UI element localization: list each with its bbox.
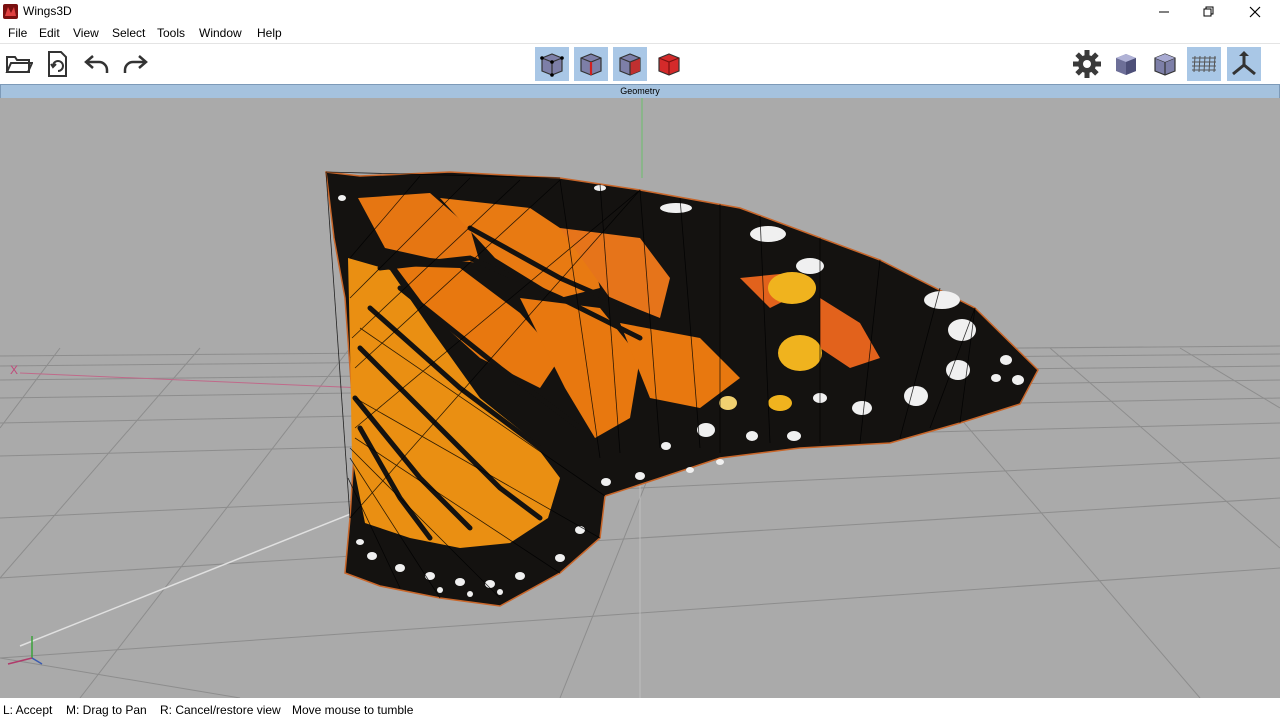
status-mouse-hint: Move mouse to tumble [292,703,414,717]
smooth-shading-button[interactable] [1109,47,1143,81]
redo-button[interactable] [118,47,152,81]
edge-cube-icon [580,53,602,76]
close-button[interactable] [1232,0,1278,23]
grid-icon [1192,55,1216,73]
folder-open-icon [5,56,33,73]
x-axis-label: X [10,363,18,377]
gear-icon [1073,50,1101,78]
wings3d-logo-icon [3,4,18,19]
face-cube-icon [619,53,641,76]
status-middle-button-hint: M: Drag to Pan [66,703,147,717]
minimize-button[interactable] [1141,0,1187,23]
restore-button[interactable] [1186,0,1232,23]
status-left-button-hint: L: Accept [3,703,53,717]
menu-bar: File Edit View Select Tools Window Help [0,23,1280,44]
menu-help[interactable]: Help [257,26,282,40]
open-button[interactable] [2,47,36,81]
preferences-button[interactable] [1070,47,1104,81]
geometry-window-title: Geometry [0,84,1280,99]
butterfly-wing-mesh[interactable] [325,171,1039,607]
shaded-cube-icon [1116,54,1136,75]
save-document-icon [48,51,67,77]
menu-file[interactable]: File [8,26,27,40]
body-cube-icon [658,53,680,76]
status-right-button-hint: R: Cancel/restore view [160,703,281,717]
minimize-icon [1159,11,1169,12]
wireframe-button[interactable] [1148,47,1182,81]
axes-icon [1232,51,1256,76]
menu-view[interactable]: View [73,26,99,40]
redo-icon [123,55,148,73]
geometry-viewport[interactable]: X [0,98,1280,698]
close-icon [1249,6,1261,17]
ground-grid-button[interactable] [1187,47,1221,81]
edge-select-mode-button[interactable] [574,47,608,81]
body-select-mode-button[interactable] [652,47,686,81]
menu-edit[interactable]: Edit [39,26,60,40]
face-select-mode-button[interactable] [613,47,647,81]
vertex-select-mode-button[interactable] [535,47,569,81]
undo-button[interactable] [80,47,114,81]
axes-button[interactable] [1227,47,1261,81]
scene-canvas[interactable]: X [0,98,1280,698]
window-title: Wings3D [23,4,72,18]
title-bar: Wings3D [0,0,1280,23]
toolbar [0,44,1280,84]
save-button[interactable] [40,47,74,81]
menu-tools[interactable]: Tools [157,26,185,40]
flat-cube-icon [1154,53,1176,76]
status-bar: L: Accept M: Drag to Pan R: Cancel/resto… [0,699,1280,720]
undo-icon [84,55,109,73]
menu-select[interactable]: Select [112,26,145,40]
menu-window[interactable]: Window [199,26,242,40]
vertex-cube-icon [540,53,564,77]
restore-icon [1203,6,1214,16]
